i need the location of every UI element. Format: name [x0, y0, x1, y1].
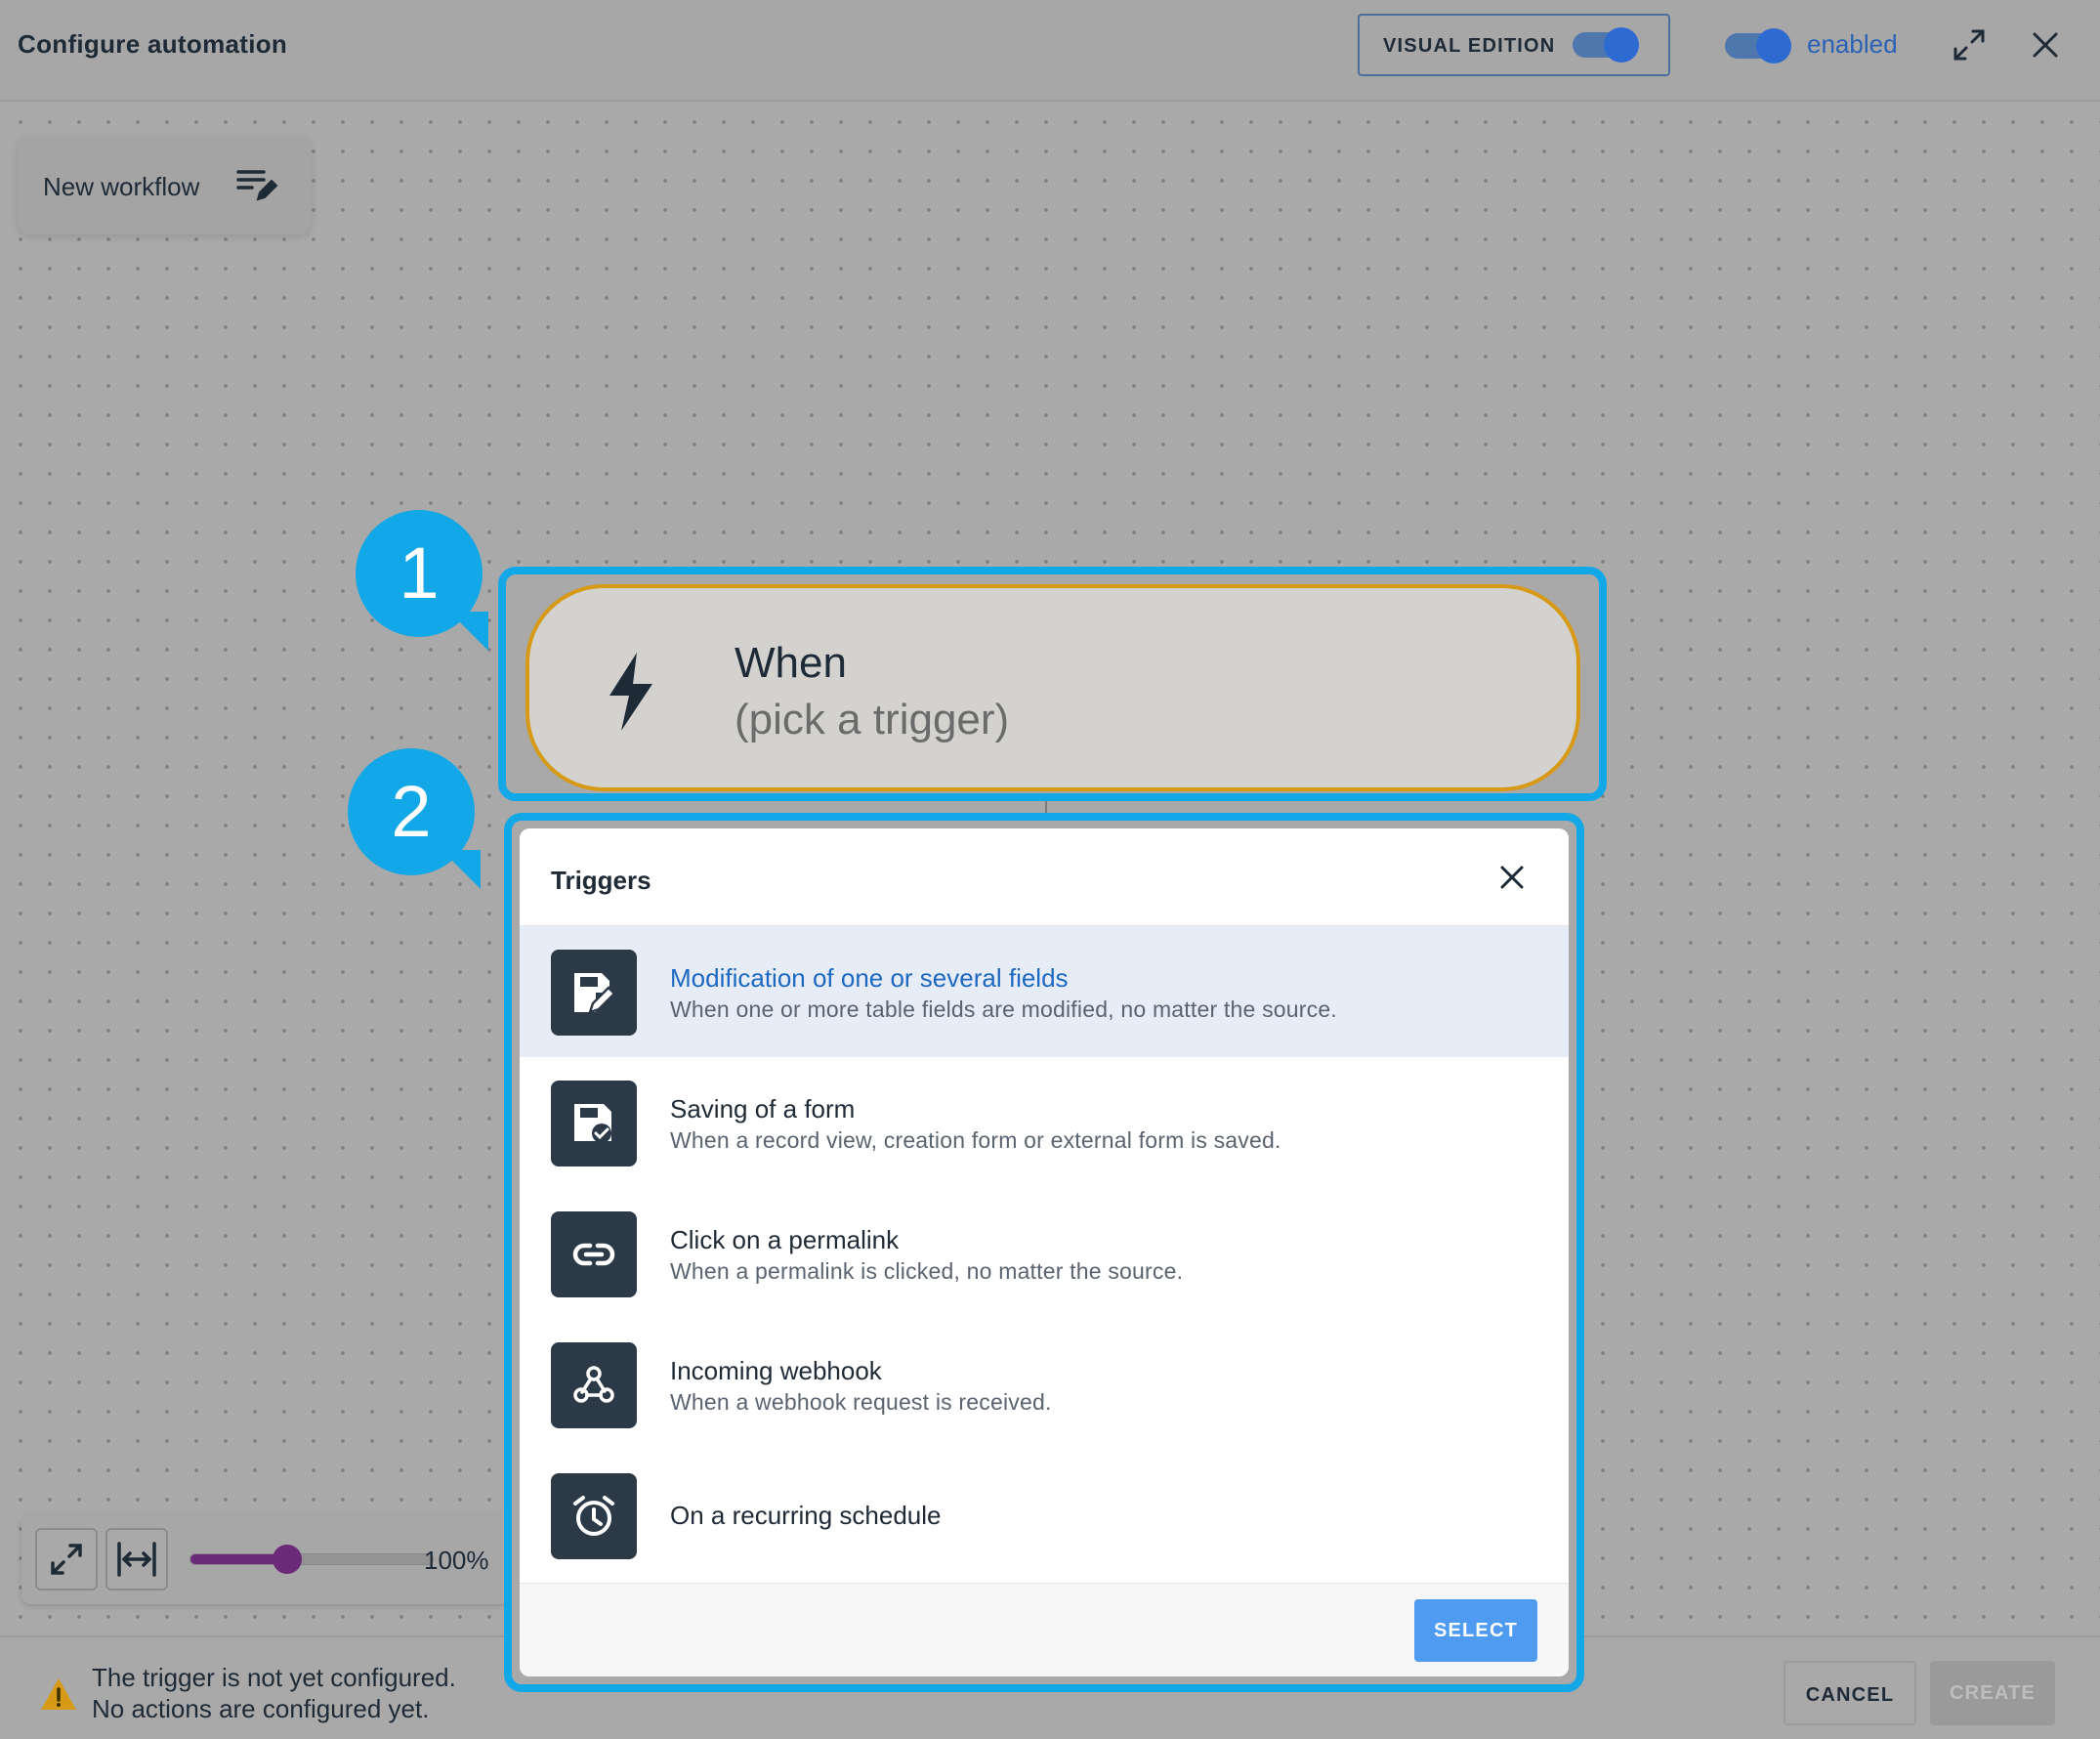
trigger-option[interactable]: Saving of a form When a record view, cre…	[520, 1057, 1569, 1188]
expand-icon[interactable]	[1950, 25, 1989, 64]
trigger-option-label: Click on a permalink	[670, 1225, 900, 1254]
header-bar: Configure automation VISUAL EDITION enab…	[0, 0, 2100, 102]
lightning-icon	[608, 653, 654, 736]
webhook-icon	[551, 1342, 637, 1428]
annotation-bubble-1: 1	[356, 510, 488, 651]
triggers-dialog: Triggers Modification of one or several …	[520, 828, 1569, 1676]
status-trigger-message: The trigger is not yet configured.	[92, 1663, 456, 1692]
enabled-label: enabled	[1807, 29, 1898, 59]
alarm-clock-icon	[551, 1473, 637, 1559]
trigger-option-label: Saving of a form	[670, 1094, 856, 1124]
visual-edition-control[interactable]: VISUAL EDITION	[1358, 14, 1670, 76]
dialog-footer: SELECT	[520, 1583, 1569, 1676]
trigger-option[interactable]: On a recurring schedule	[520, 1450, 1569, 1581]
toggle-knob	[1756, 28, 1791, 64]
dialog-header: Triggers	[520, 828, 1569, 926]
trigger-option-label: Incoming webhook	[670, 1356, 882, 1385]
trigger-node[interactable]: When (pick a trigger)	[525, 584, 1580, 791]
workflow-name: New workflow	[43, 172, 200, 201]
edit-record-icon	[551, 950, 637, 1036]
node-subtitle: (pick a trigger)	[735, 696, 1010, 743]
status-actions-message: No actions are configured yet.	[92, 1694, 430, 1723]
trigger-node-highlight: When (pick a trigger)	[498, 567, 1607, 801]
trigger-option-description: When a record view, creation form or ext…	[670, 1127, 1281, 1153]
dialog-title: Triggers	[551, 866, 651, 895]
trigger-option-description: When a webhook request is received.	[670, 1389, 1052, 1415]
trigger-option-label: On a recurring schedule	[670, 1501, 942, 1530]
zoom-level: 100%	[424, 1546, 489, 1575]
warning-icon	[39, 1676, 78, 1712]
cancel-button[interactable]: CANCEL	[1784, 1661, 1916, 1725]
visual-edition-toggle[interactable]	[1573, 27, 1639, 63]
close-icon[interactable]	[2026, 25, 2065, 64]
link-icon	[551, 1211, 637, 1297]
fit-view-button[interactable]	[35, 1528, 98, 1591]
close-icon[interactable]	[1494, 860, 1530, 895]
trigger-option[interactable]: Click on a permalink When a permalink is…	[520, 1188, 1569, 1319]
triggers-dialog-highlight: Triggers Modification of one or several …	[504, 813, 1584, 1692]
toggle-knob	[1604, 27, 1639, 63]
annotation-number: 1	[399, 532, 440, 614]
visual-edition-label: VISUAL EDITION	[1383, 35, 1556, 57]
enabled-toggle[interactable]	[1725, 28, 1791, 64]
trigger-option-description: When one or more table fields are modifi…	[670, 997, 1337, 1022]
create-button[interactable]: CREATE	[1930, 1661, 2055, 1725]
annotation-number: 2	[391, 771, 432, 852]
trigger-option[interactable]: Incoming webhook When a webhook request …	[520, 1319, 1569, 1450]
zoom-slider-handle[interactable]	[273, 1545, 303, 1574]
fit-width-button[interactable]	[105, 1528, 168, 1591]
trigger-option-description: When a permalink is clicked, no matter t…	[670, 1258, 1184, 1284]
workflow-name-card[interactable]: New workflow	[18, 137, 311, 234]
rename-icon[interactable]	[236, 168, 279, 208]
page-title: Configure automation	[18, 29, 288, 59]
zoom-slider[interactable]	[189, 1545, 434, 1574]
node-title: When	[735, 639, 847, 687]
select-button[interactable]: SELECT	[1414, 1599, 1537, 1662]
annotation-bubble-2: 2	[348, 748, 481, 889]
trigger-option[interactable]: Modification of one or several fields Wh…	[520, 926, 1569, 1057]
zoom-controls: 100%	[21, 1514, 510, 1604]
trigger-option-label: Modification of one or several fields	[670, 963, 1069, 993]
save-form-icon	[551, 1081, 637, 1166]
